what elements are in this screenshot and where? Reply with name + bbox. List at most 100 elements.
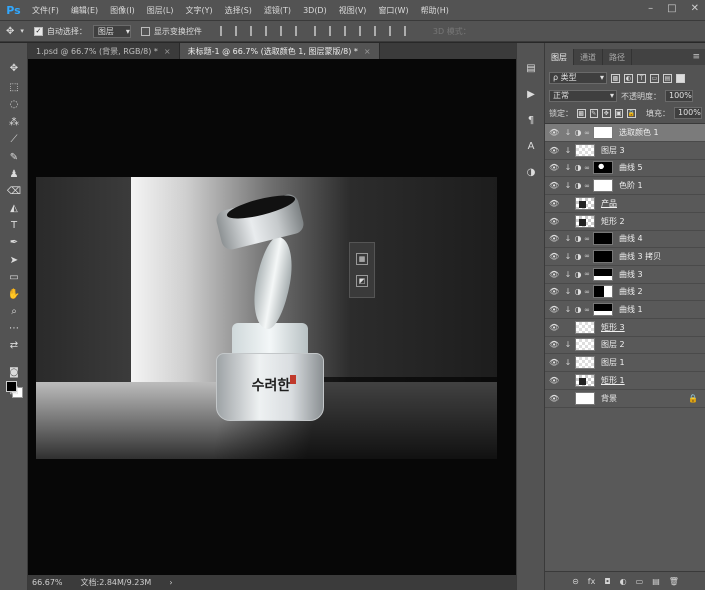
- actions-icon[interactable]: ▶: [524, 87, 538, 101]
- align-top-icon[interactable]: [219, 26, 229, 36]
- layer-name[interactable]: 色阶 1: [619, 180, 643, 191]
- layer-name[interactable]: 曲线 2: [619, 286, 643, 297]
- layer-name[interactable]: 曲线 4: [619, 233, 643, 244]
- align-vcenter-icon[interactable]: [234, 26, 244, 36]
- adjustments-icon[interactable]: ◩: [356, 275, 368, 287]
- filter-pixel-icon[interactable]: ▩: [611, 73, 620, 83]
- filter-adjustment-icon[interactable]: ◐: [624, 73, 633, 83]
- menu-image[interactable]: 图像(I): [110, 5, 135, 16]
- move-icon[interactable]: ✥: [6, 61, 22, 75]
- visibility-eye-icon[interactable]: 👁: [549, 181, 563, 190]
- paragraph-icon[interactable]: ¶: [524, 113, 538, 127]
- layer-name[interactable]: 产品: [601, 198, 617, 209]
- visibility-eye-icon[interactable]: 👁: [549, 287, 563, 296]
- layer-mask-thumbnail[interactable]: [593, 285, 613, 299]
- layer-mask-thumbnail[interactable]: [593, 267, 613, 281]
- visibility-eye-icon[interactable]: 👁: [549, 305, 563, 314]
- layer-name[interactable]: 背景: [601, 393, 617, 404]
- layer-row[interactable]: 👁 矩形 3: [545, 319, 705, 337]
- layer-thumbnail[interactable]: [575, 373, 595, 387]
- layer-row[interactable]: 👁 矩形 1: [545, 372, 705, 390]
- eyedropper-icon[interactable]: ⟋: [6, 132, 22, 146]
- layer-row[interactable]: 👁 ↓ 图层 1: [545, 354, 705, 373]
- menu-window[interactable]: 窗口(W): [378, 5, 408, 16]
- menu-type[interactable]: 文字(Y): [185, 5, 212, 16]
- layer-name[interactable]: 矩形 3: [601, 322, 625, 333]
- path-select-icon[interactable]: ➤: [6, 253, 22, 267]
- link-layers-icon[interactable]: ⊝: [572, 577, 579, 586]
- visibility-eye-icon[interactable]: 👁: [549, 270, 563, 279]
- tab-paths[interactable]: 路径: [603, 49, 632, 65]
- new-adjustment-icon[interactable]: ◐: [620, 577, 627, 586]
- distribute-left-icon[interactable]: [358, 26, 368, 36]
- add-mask-icon[interactable]: ◘: [604, 577, 610, 586]
- menu-help[interactable]: 帮助(H): [421, 5, 449, 16]
- chevron-down-icon[interactable]: ▾: [20, 27, 24, 35]
- mask-link-icon[interactable]: ∞: [583, 129, 591, 137]
- layer-thumbnail[interactable]: [575, 320, 595, 334]
- stamp-icon[interactable]: ♟: [6, 167, 22, 181]
- layer-row[interactable]: 👁 ↓ 图层 2: [545, 336, 705, 355]
- layer-row[interactable]: 👁 ↓ ◑ ∞ 曲线 5: [545, 159, 705, 178]
- layer-row[interactable]: 👁 矩形 2: [545, 213, 705, 231]
- adjustment-layer-icon[interactable]: ◑: [573, 287, 583, 296]
- visibility-eye-icon[interactable]: 👁: [549, 163, 563, 172]
- layer-name[interactable]: 矩形 1: [601, 375, 625, 386]
- visibility-eye-icon[interactable]: 👁: [549, 376, 563, 385]
- visibility-eye-icon[interactable]: 👁: [549, 394, 563, 403]
- menu-3d[interactable]: 3D(D): [303, 6, 327, 15]
- visibility-eye-icon[interactable]: 👁: [549, 323, 563, 332]
- close-tab-icon[interactable]: ×: [164, 47, 171, 56]
- layer-row[interactable]: 👁 ↓ ◑ ∞ 曲线 4: [545, 230, 705, 249]
- mask-link-icon[interactable]: ∞: [583, 182, 591, 190]
- menu-view[interactable]: 视图(V): [339, 5, 367, 16]
- lock-all-icon[interactable]: 🔒: [627, 108, 636, 118]
- eraser-icon[interactable]: ⌫: [6, 184, 22, 198]
- auto-select-checkbox[interactable]: ✓: [33, 26, 43, 36]
- quick-select-icon[interactable]: ⁂: [6, 115, 22, 129]
- auto-select-dropdown[interactable]: 图层 ▾: [92, 24, 131, 38]
- gradient-icon[interactable]: ◭: [6, 201, 22, 215]
- mask-link-icon[interactable]: ∞: [583, 235, 591, 243]
- menu-layer[interactable]: 图层(L): [147, 5, 174, 16]
- visibility-eye-icon[interactable]: 👁: [549, 358, 563, 367]
- visibility-eye-icon[interactable]: 👁: [549, 217, 563, 226]
- tab-layers[interactable]: 图层: [545, 49, 574, 65]
- type-icon[interactable]: T: [6, 218, 22, 232]
- more-tools-icon[interactable]: ⋯: [6, 321, 22, 335]
- distribute-vcenter-icon[interactable]: [328, 26, 338, 36]
- distribute-bottom-icon[interactable]: [343, 26, 353, 36]
- filter-type-icon[interactable]: T: [637, 73, 646, 83]
- layer-thumbnail[interactable]: [575, 338, 595, 352]
- distribute-hcenter-icon[interactable]: [373, 26, 383, 36]
- layer-mask-thumbnail[interactable]: [593, 232, 613, 246]
- layer-mask-thumbnail[interactable]: [593, 179, 613, 193]
- layer-thumbnail[interactable]: [575, 356, 595, 370]
- menu-select[interactable]: 选择(S): [225, 5, 252, 16]
- layer-thumbnail[interactable]: [575, 391, 595, 405]
- properties-icon[interactable]: ▦: [356, 253, 368, 265]
- layer-thumbnail[interactable]: [575, 143, 595, 157]
- lock-position-icon[interactable]: ✥: [602, 108, 611, 118]
- align-bottom-icon[interactable]: [249, 26, 259, 36]
- character-icon[interactable]: A: [524, 139, 538, 153]
- visibility-eye-icon[interactable]: 👁: [549, 252, 563, 261]
- adjustment-layer-icon[interactable]: ◑: [573, 181, 583, 190]
- layer-name[interactable]: 图层 3: [601, 145, 625, 156]
- visibility-eye-icon[interactable]: 👁: [549, 146, 563, 155]
- layer-style-icon[interactable]: fx: [588, 577, 596, 586]
- shape-icon[interactable]: ▭: [6, 270, 22, 284]
- layer-name[interactable]: 图层 1: [601, 357, 625, 368]
- delete-layer-icon[interactable]: 🗑: [669, 577, 679, 586]
- layer-mask-thumbnail[interactable]: [593, 249, 613, 263]
- visibility-eye-icon[interactable]: 👁: [549, 340, 563, 349]
- document-image[interactable]: 수려한: [36, 177, 497, 459]
- panel-menu-icon[interactable]: ≡: [692, 52, 700, 62]
- mask-link-icon[interactable]: ∞: [583, 164, 591, 172]
- layer-row[interactable]: 👁 ↓ ◑ ∞ 曲线 3 拷贝: [545, 248, 705, 266]
- lock-paint-icon[interactable]: ✎: [589, 108, 598, 118]
- adjustment-layer-icon[interactable]: ◑: [573, 128, 583, 137]
- menu-filter[interactable]: 滤镜(T): [264, 5, 291, 16]
- foreground-color-swatch[interactable]: [6, 381, 17, 392]
- swap-colors-icon[interactable]: ⇄: [6, 338, 22, 352]
